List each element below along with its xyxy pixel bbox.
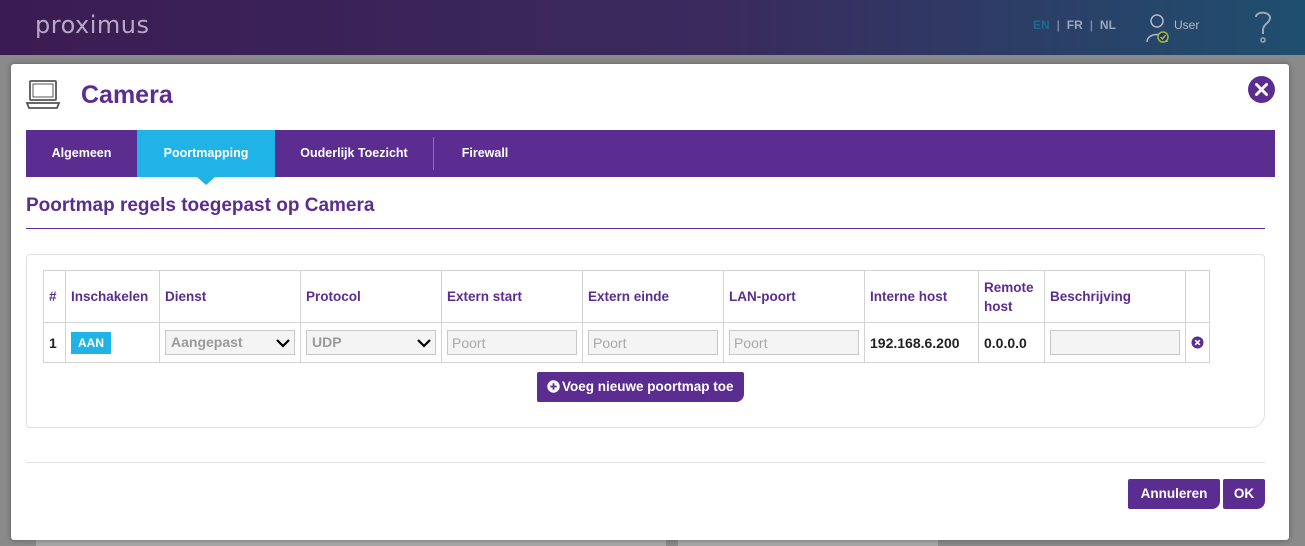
- tab-algemeen[interactable]: Algemeen: [26, 130, 137, 177]
- divider: [26, 228, 1265, 229]
- add-port-mapping-button[interactable]: Voeg nieuwe poortmap toe: [537, 372, 744, 402]
- lang-fr[interactable]: FR: [1067, 18, 1083, 32]
- chevron-down-icon: [417, 339, 431, 348]
- plus-circle-icon: [547, 380, 560, 393]
- column-header: [1185, 270, 1210, 323]
- column-header: Beschrijving: [1044, 270, 1186, 323]
- top-bar: proximus EN | FR | NL User: [0, 0, 1305, 55]
- extern-end-input[interactable]: [588, 330, 718, 355]
- modal-title: Camera: [81, 81, 173, 109]
- column-header: Extern einde: [582, 270, 724, 323]
- section-title: Poortmap regels toegepast op Camera: [26, 195, 375, 216]
- column-header: Inschakelen: [65, 270, 160, 323]
- lang-en[interactable]: EN: [1033, 18, 1050, 32]
- column-header: Interne host: [864, 270, 979, 323]
- row-index: 1: [49, 334, 57, 351]
- device-modal: Camera Algemeen Poortmapping Ouderlijk T…: [11, 64, 1289, 540]
- ok-button[interactable]: OK: [1223, 479, 1265, 509]
- column-header: LAN-poort: [723, 270, 865, 323]
- internal-host-value: 192.168.6.200: [870, 334, 960, 351]
- add-button-label: Voeg nieuwe poortmap toe: [562, 379, 734, 394]
- language-switcher: EN | FR | NL: [1033, 18, 1116, 32]
- tab-ouderlijk-toezicht[interactable]: Ouderlijk Toezicht: [275, 130, 433, 177]
- close-icon: [1255, 83, 1268, 96]
- column-header: #: [43, 270, 66, 323]
- cancel-button[interactable]: Annuleren: [1128, 479, 1220, 509]
- user-label[interactable]: User: [1174, 18, 1199, 32]
- column-header: Extern start: [441, 270, 583, 323]
- remote-host-value: 0.0.0.0: [984, 334, 1027, 351]
- port-mapping-panel: # Inschakelen Dienst Protocol Extern sta…: [26, 254, 1265, 428]
- description-input[interactable]: [1050, 330, 1180, 355]
- lang-nl[interactable]: NL: [1100, 18, 1116, 32]
- tab-firewall[interactable]: Firewall: [434, 130, 536, 177]
- table-header-row: # Inschakelen Dienst Protocol Extern sta…: [43, 270, 1210, 323]
- close-button[interactable]: [1248, 76, 1275, 103]
- lan-port-input[interactable]: [729, 330, 859, 355]
- chevron-down-icon: [276, 339, 290, 348]
- table-row: 1 AAN Aangepast UDP Poort Poort Poort 19…: [43, 322, 1210, 363]
- computer-icon: [25, 80, 61, 109]
- protocol-select[interactable]: UDP: [306, 330, 436, 355]
- tab-poortmapping[interactable]: Poortmapping: [137, 130, 275, 185]
- column-header: Dienst: [159, 270, 301, 323]
- column-header: Protocol: [300, 270, 442, 323]
- port-mapping-table: # Inschakelen Dienst Protocol Extern sta…: [43, 270, 1210, 363]
- divider: [26, 462, 1265, 463]
- service-value: Aangepast: [171, 334, 243, 350]
- protocol-value: UDP: [312, 334, 342, 350]
- column-header: Remote host: [978, 270, 1045, 323]
- user-icon[interactable]: [1146, 12, 1170, 44]
- enable-toggle[interactable]: AAN: [71, 331, 111, 354]
- extern-start-input[interactable]: [447, 330, 577, 355]
- service-select[interactable]: Aangepast: [165, 330, 295, 355]
- delete-row-icon[interactable]: [1191, 336, 1204, 349]
- help-icon[interactable]: [1252, 9, 1274, 45]
- tab-bar: Algemeen Poortmapping Ouderlijk Toezicht…: [26, 130, 1275, 185]
- proximus-logo[interactable]: proximus: [35, 11, 149, 39]
